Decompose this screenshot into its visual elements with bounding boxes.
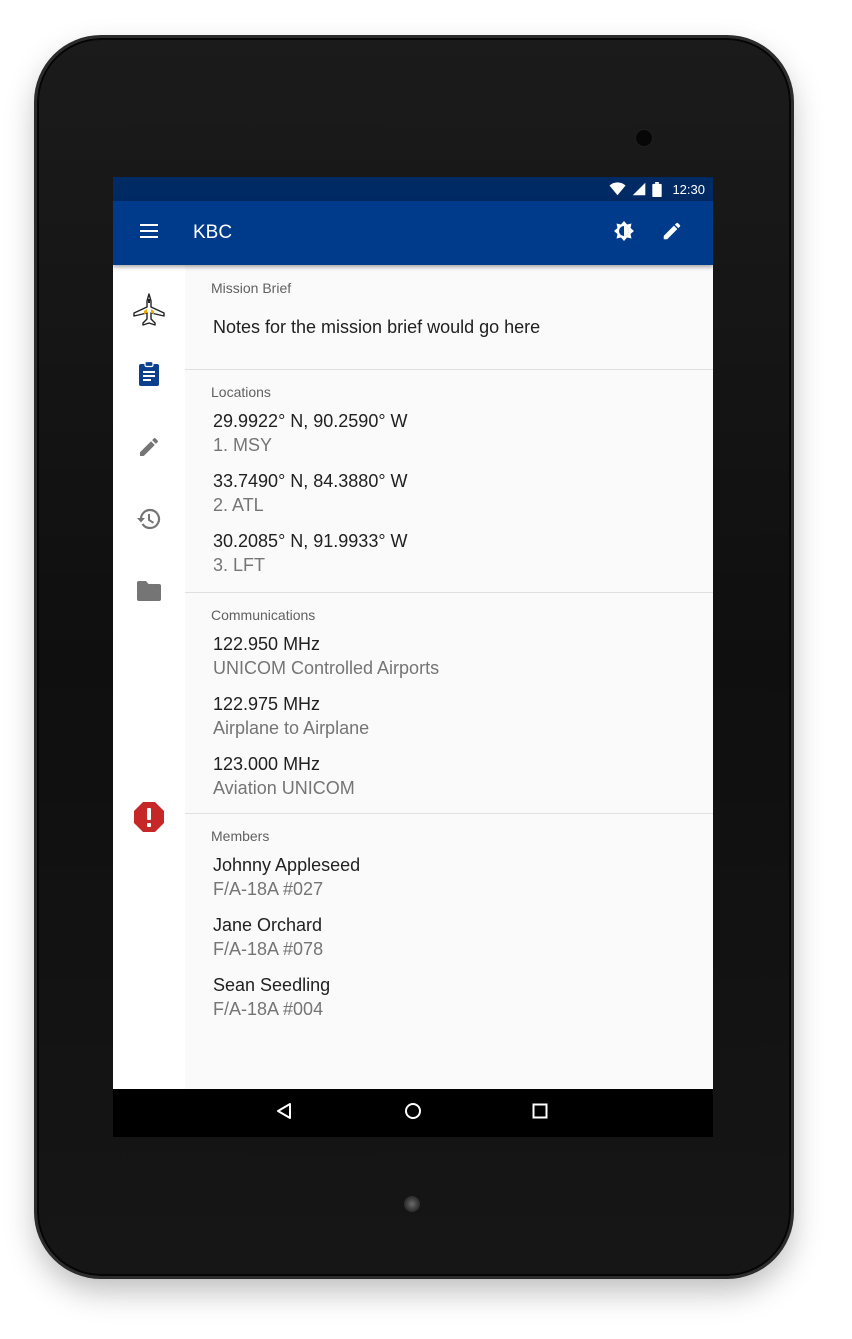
communications-section: Communications 122.950 MHz UNICOM Contro… — [185, 593, 713, 814]
location-item[interactable]: 30.2085° N, 91.9933° W 3. LFT — [213, 529, 408, 577]
brightness-button[interactable] — [612, 219, 636, 248]
frequency-value: 122.975 MHz — [213, 694, 321, 714]
frequency-value: 123.000 MHz — [213, 754, 321, 774]
front-camera — [634, 128, 654, 148]
location-coordinates: 29.9922° N, 90.2590° W — [213, 411, 408, 431]
member-aircraft: F/A-18A #078 — [213, 939, 324, 959]
edit-icon — [661, 220, 683, 247]
edit-button[interactable] — [660, 221, 684, 245]
rail-item-alert[interactable] — [133, 801, 165, 838]
recents-button[interactable] — [528, 1101, 552, 1125]
app-screen: 12:30 KBC Mission Brief Notes for the mi… — [113, 177, 713, 1137]
app-bar: KBC — [113, 201, 713, 265]
location-item[interactable]: 29.9922° N, 90.2590° W 1. MSY — [213, 409, 408, 457]
location-item[interactable]: 33.7490° N, 84.3880° W 2. ATL — [213, 469, 408, 517]
section-label: Locations — [211, 384, 271, 400]
rail-item-edit[interactable] — [137, 437, 161, 461]
folder-icon — [136, 580, 162, 607]
pencil-icon — [137, 435, 161, 464]
status-time: 12:30 — [672, 181, 705, 197]
location-coordinates: 30.2085° N, 91.9933° W — [213, 531, 408, 551]
rail-item-history[interactable] — [136, 507, 162, 536]
recents-icon — [532, 1103, 548, 1124]
history-icon — [136, 507, 162, 536]
home-sensor — [404, 1196, 420, 1212]
jet-icon — [132, 292, 166, 332]
location-code: 2. ATL — [213, 495, 264, 515]
brightness-icon — [612, 219, 636, 248]
navigation-rail — [113, 265, 185, 1089]
locations-section: Locations 29.9922° N, 90.2590° W 1. MSY … — [185, 370, 713, 593]
location-code: 3. LFT — [213, 555, 266, 575]
signal-icon — [632, 182, 646, 196]
member-name: Johnny Appleseed — [213, 855, 361, 875]
section-label: Communications — [211, 607, 316, 623]
rail-item-brief[interactable] — [137, 360, 161, 388]
location-coordinates: 33.7490° N, 84.3880° W — [213, 471, 408, 491]
frequency-description: Airplane to Airplane — [213, 718, 370, 738]
battery-icon — [652, 181, 663, 197]
frequency-description: Aviation UNICOM — [213, 778, 355, 798]
member-name: Jane Orchard — [213, 915, 323, 935]
alert-icon — [133, 801, 165, 838]
frequency-item[interactable]: 122.975 MHz Airplane to Airplane — [213, 692, 369, 740]
home-icon — [404, 1102, 422, 1125]
rail-item-files[interactable] — [136, 580, 162, 607]
rail-item-aircraft[interactable] — [132, 292, 166, 332]
home-button[interactable] — [401, 1101, 425, 1125]
wifi-icon — [609, 182, 627, 196]
frequency-item[interactable]: 123.000 MHz Aviation UNICOM — [213, 752, 355, 800]
member-item[interactable]: Sean Seedling F/A-18A #004 — [213, 973, 330, 1021]
menu-icon — [139, 223, 159, 244]
members-section: Members Johnny Appleseed F/A-18A #027 Ja… — [185, 814, 713, 1089]
clipboard-icon — [137, 360, 161, 392]
frequency-value: 122.950 MHz — [213, 634, 321, 654]
member-item[interactable]: Johnny Appleseed F/A-18A #027 — [213, 853, 360, 901]
system-nav-bar — [113, 1089, 713, 1137]
member-aircraft: F/A-18A #004 — [213, 999, 324, 1019]
member-aircraft: F/A-18A #027 — [213, 879, 324, 899]
frequency-description: UNICOM Controlled Airports — [213, 658, 440, 678]
frequency-item[interactable]: 122.950 MHz UNICOM Controlled Airports — [213, 632, 439, 680]
back-button[interactable] — [272, 1101, 296, 1125]
section-label: Members — [211, 828, 270, 844]
section-label: Mission Brief — [211, 280, 292, 296]
mission-content: Mission Brief Notes for the mission brie… — [185, 265, 713, 1089]
member-item[interactable]: Jane Orchard F/A-18A #078 — [213, 913, 323, 961]
back-icon — [275, 1102, 293, 1125]
menu-button[interactable] — [137, 221, 161, 245]
location-code: 1. MSY — [213, 435, 273, 455]
mission-brief-section: Mission Brief Notes for the mission brie… — [185, 265, 713, 370]
member-name: Sean Seedling — [213, 975, 331, 995]
app-title: KBC — [193, 222, 233, 243]
mission-brief-text: Notes for the mission brief would go her… — [213, 317, 541, 337]
status-bar: 12:30 — [113, 177, 713, 201]
